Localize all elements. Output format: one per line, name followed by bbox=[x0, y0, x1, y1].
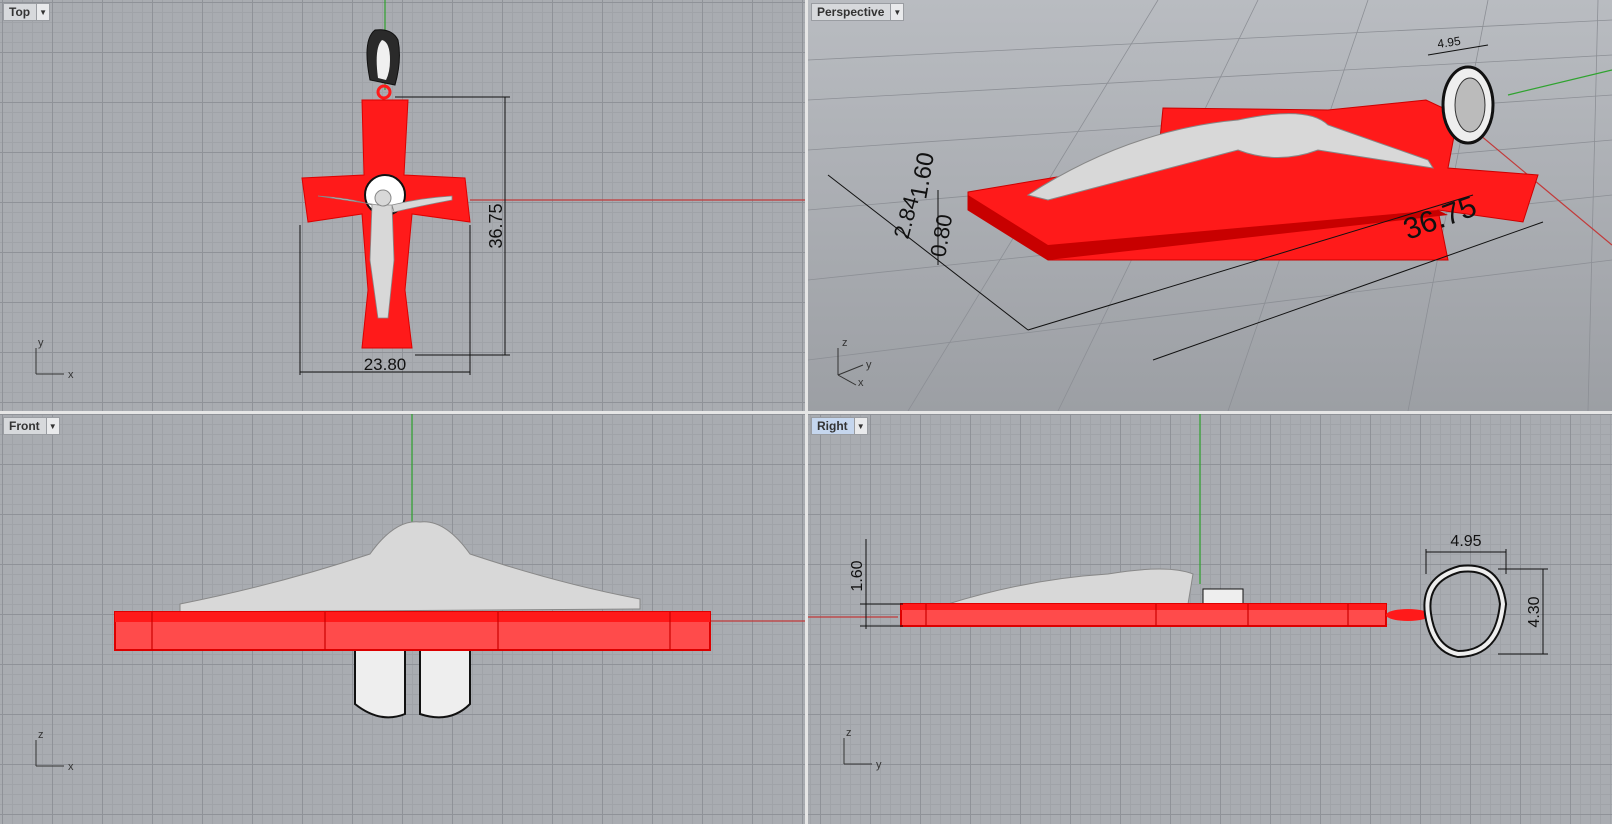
dim-height: 36.75 bbox=[486, 203, 506, 248]
viewport-perspective[interactable]: Perspective ▼ 36.75 1.60 0.80 2.84 4.95 … bbox=[808, 0, 1612, 411]
axis-label-x: x bbox=[68, 761, 74, 773]
viewport-right[interactable]: Right ▼ 1.60 4.95 4.30 z y bbox=[808, 414, 1612, 824]
figure-shape bbox=[947, 568, 1194, 605]
bail-highlight bbox=[376, 40, 390, 80]
viewport-front[interactable]: Front ▼ z x bbox=[0, 414, 805, 824]
bail-inner bbox=[1454, 77, 1486, 133]
axis-label-y: y bbox=[38, 337, 44, 349]
axis-widget bbox=[843, 738, 872, 765]
right-view-canvas: 1.60 4.95 4.30 z y bbox=[808, 414, 1548, 771]
axis-widget bbox=[35, 348, 64, 375]
dim-depth-a: 0.80 bbox=[925, 212, 957, 259]
axis-label-z: z bbox=[842, 337, 848, 349]
y-axis-line bbox=[1507, 69, 1612, 96]
cross-bar-top bbox=[115, 612, 710, 622]
jump-ring bbox=[1386, 609, 1430, 621]
dim-bail-width: 4.95 bbox=[1450, 533, 1481, 550]
viewport-top[interactable]: Top ▼ 36.75 23.80 y x bbox=[0, 0, 805, 411]
axis-label-z: z bbox=[38, 729, 44, 741]
top-view-canvas: 36.75 23.80 y x bbox=[35, 0, 805, 381]
axis-label-y: y bbox=[876, 759, 882, 771]
axis-label-y: y bbox=[866, 359, 872, 371]
dim-width: 23.80 bbox=[364, 355, 407, 374]
dim-bail-height: 4.30 bbox=[1526, 596, 1543, 627]
bail-base bbox=[1202, 588, 1244, 605]
axis-label-x: x bbox=[858, 377, 864, 389]
axis-label-x: x bbox=[68, 369, 74, 381]
figure-head bbox=[374, 189, 392, 207]
cross-bar-top bbox=[901, 604, 1386, 610]
dim-bail: 4.95 bbox=[1436, 34, 1461, 51]
figure-shape bbox=[179, 521, 641, 613]
dim-thickness: 1.60 bbox=[849, 560, 866, 591]
front-view-canvas: z x bbox=[35, 414, 805, 773]
axis-widget bbox=[35, 740, 64, 767]
dim-thickness: 1.60 bbox=[905, 150, 940, 201]
jump-ring bbox=[376, 84, 392, 100]
dim-depth-b: 2.84 bbox=[889, 193, 924, 241]
axis-label-z: z bbox=[846, 727, 852, 739]
perspective-canvas: 36.75 1.60 0.80 2.84 4.95 z y x bbox=[808, 0, 1612, 411]
